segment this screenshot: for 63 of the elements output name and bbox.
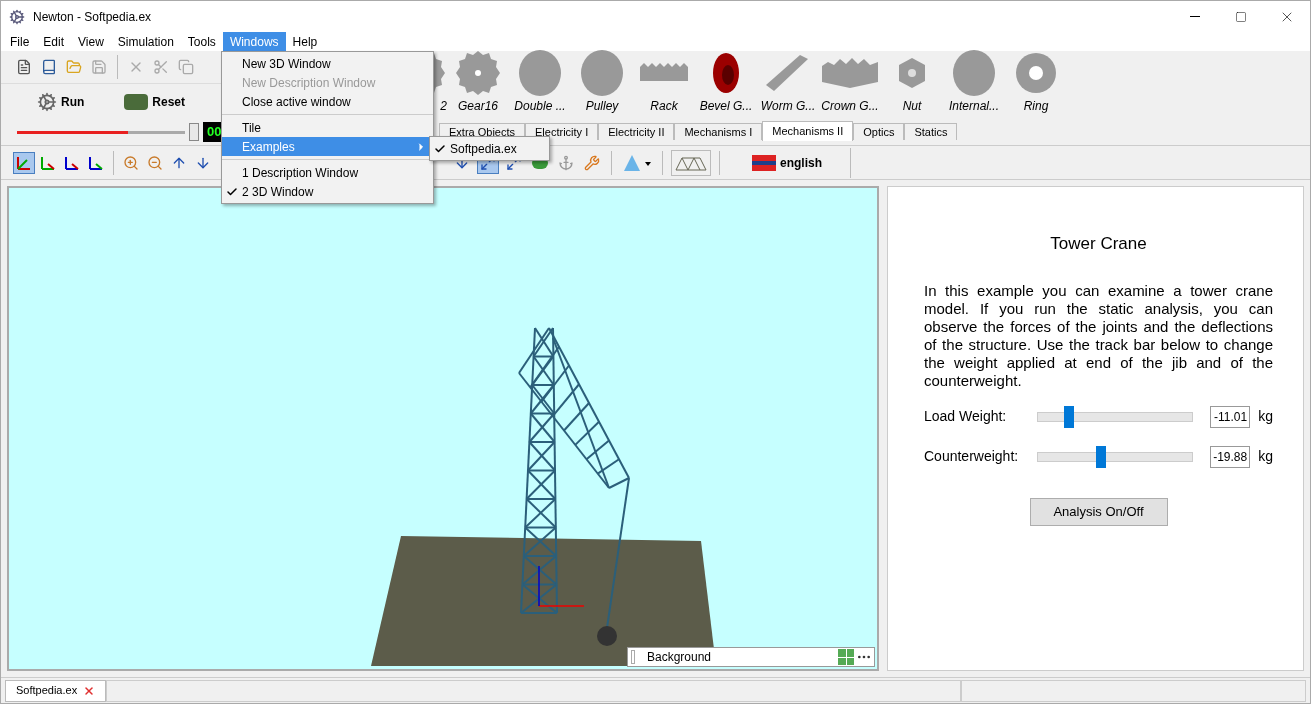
menu-item[interactable]: Simulation xyxy=(110,32,181,51)
palette-label[interactable]: Nut xyxy=(902,97,922,115)
palette-label[interactable]: Ring xyxy=(1023,97,1049,115)
palette-label[interactable]: Double ... xyxy=(514,97,566,115)
slider-thumb-icon[interactable] xyxy=(189,123,199,141)
reset-button[interactable]: Reset xyxy=(124,93,185,111)
unit-label: kg xyxy=(1258,447,1273,466)
slider-thumb[interactable] xyxy=(1064,405,1074,428)
minimize-icon xyxy=(1190,16,1200,17)
description-text: In this example you can examine a tower crane model. If you run the static analysis, you can observe the forces of the joints and the deflections of the structure. Use the track bar below to change the weight applied at end of the jib and of the counterweight. xyxy=(924,281,1273,390)
slider-label: Load Weight: xyxy=(924,407,1008,426)
document-tab[interactable]: Softpedia.ex xyxy=(5,679,107,702)
menu-entry[interactable]: 1 Description Window xyxy=(222,163,433,182)
bridge-icon[interactable] xyxy=(671,149,711,176)
slider-label: Counterweight: xyxy=(924,447,1020,466)
gear-icon[interactable] xyxy=(454,49,502,97)
bevel-gear-icon[interactable] xyxy=(711,51,741,95)
category-tab[interactable]: Mechanisms I xyxy=(674,123,763,140)
category-tab[interactable]: Mechanisms II xyxy=(762,121,854,141)
document-tab-label[interactable]: Softpedia.ex xyxy=(16,682,78,699)
submenu-entry[interactable]: Softpedia.ex xyxy=(430,139,549,158)
crown-gear-icon[interactable] xyxy=(820,56,880,90)
palette-label[interactable]: 2 xyxy=(440,97,447,115)
category-tab[interactable]: Electricity II xyxy=(598,123,675,140)
check-icon xyxy=(434,142,446,155)
menu-entry[interactable]: Close active window xyxy=(222,92,433,111)
palette-label[interactable]: Bevel G... xyxy=(699,97,753,115)
category-tab[interactable]: Statics xyxy=(904,123,958,140)
palette-label[interactable]: Rack xyxy=(650,97,678,115)
analysis-button[interactable]: Analysis On/Off xyxy=(1029,497,1168,526)
palette-label[interactable]: Worm G... xyxy=(760,97,816,115)
unit-label: kg xyxy=(1258,407,1273,426)
progress-track[interactable] xyxy=(17,130,185,134)
slider-value-field[interactable]: -19.88 xyxy=(1209,445,1251,468)
category-tab[interactable]: Optics xyxy=(853,123,905,140)
menu-item[interactable]: Help xyxy=(285,32,325,51)
app-icon xyxy=(9,8,25,25)
menu-item[interactable]: View xyxy=(71,32,111,51)
menu-item[interactable]: Tools xyxy=(180,32,223,51)
axes-icon[interactable] xyxy=(13,151,35,174)
slider-value-field[interactable]: -11.01 xyxy=(1209,405,1251,428)
menu-item[interactable]: Edit xyxy=(36,32,72,51)
palette-label[interactable]: Gear16 xyxy=(458,97,498,115)
overlay-label: Background xyxy=(647,649,712,666)
disc-icon[interactable] xyxy=(950,49,998,97)
check-icon xyxy=(226,185,238,198)
palette-label[interactable]: Internal... xyxy=(949,97,999,115)
window-title: Newton - Softpedia.ex xyxy=(33,8,152,26)
palette-label[interactable]: Pulley xyxy=(585,97,619,115)
category-tab[interactable]: Electricity I xyxy=(525,123,599,140)
run-button[interactable]: Run xyxy=(37,92,85,112)
close-tab-icon[interactable] xyxy=(83,684,96,697)
description-title: Tower Crane xyxy=(1049,233,1148,255)
rack-icon[interactable] xyxy=(640,63,688,83)
slider-thumb[interactable] xyxy=(1095,445,1106,468)
ring-icon[interactable] xyxy=(1014,51,1058,95)
disc-icon[interactable] xyxy=(516,49,564,97)
language-button[interactable]: english xyxy=(728,147,846,178)
menu-item[interactable]: File xyxy=(3,32,37,51)
menu-entry[interactable]: New 3D Window xyxy=(222,54,433,73)
maximize-icon xyxy=(1235,10,1247,23)
disc-icon[interactable] xyxy=(578,49,626,97)
palette-label[interactable]: Crown G... xyxy=(821,97,879,115)
